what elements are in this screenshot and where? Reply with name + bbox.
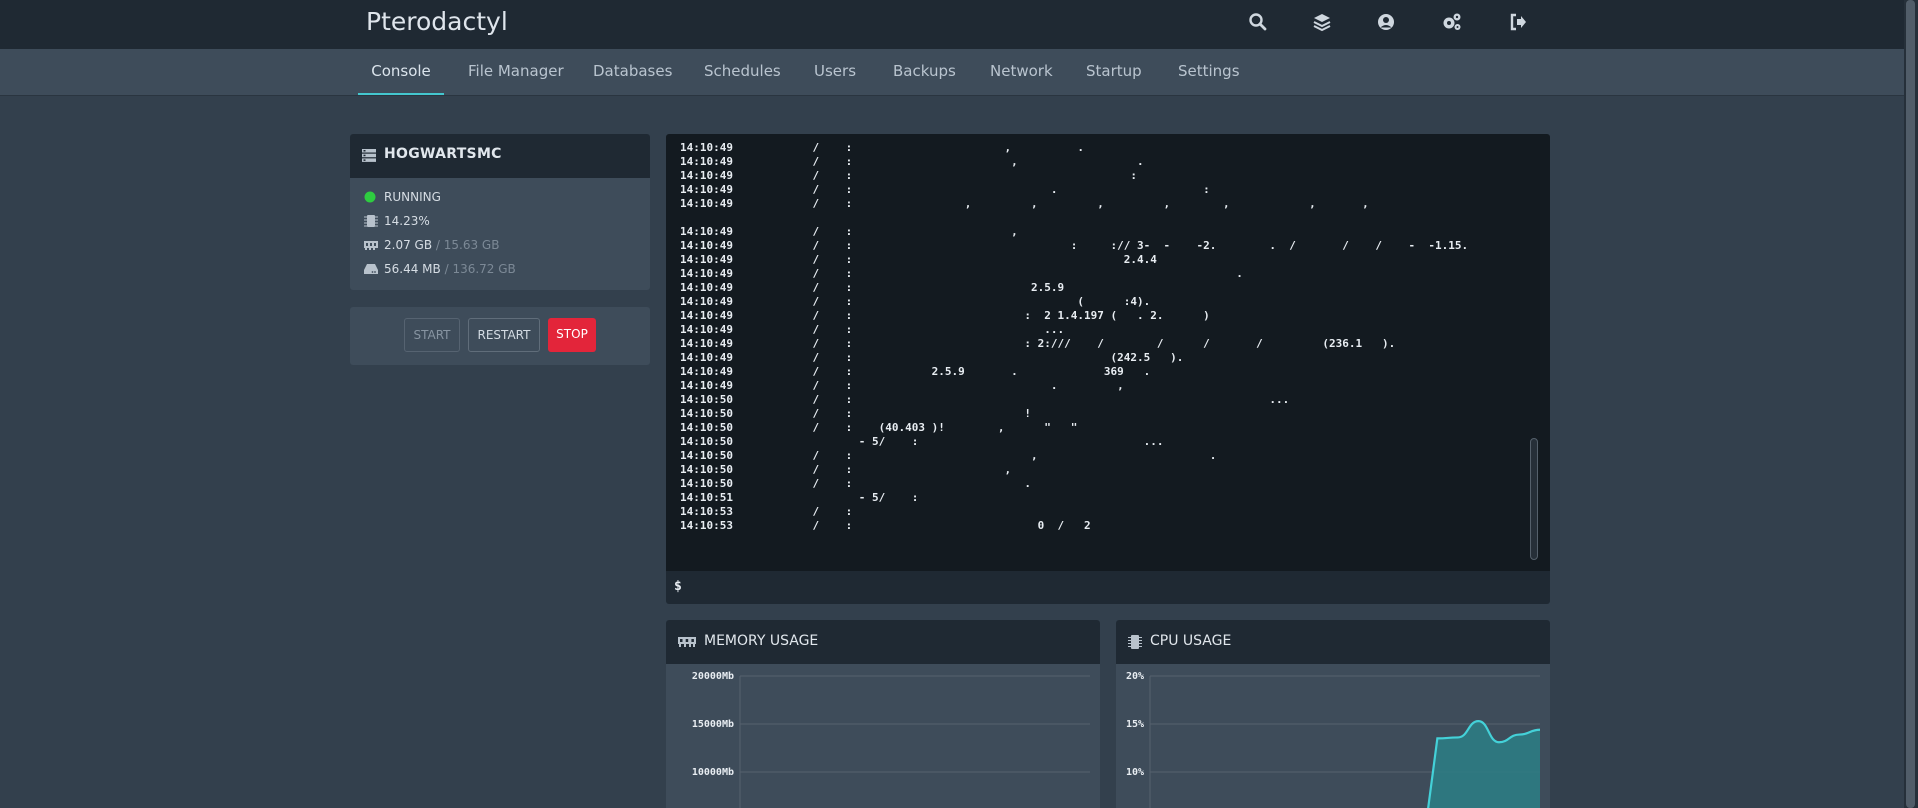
console-prompt: $ xyxy=(674,579,682,594)
cogs-icon[interactable] xyxy=(1441,11,1463,33)
y-tick-label: 20% xyxy=(1126,671,1144,682)
microchip-icon xyxy=(364,215,378,227)
tab-network[interactable]: Network xyxy=(978,49,1065,95)
page-scrollbar-thumb[interactable] xyxy=(1906,0,1915,808)
memory-chart-title: MEMORY USAGE xyxy=(704,633,819,649)
console-line: 14:10:51 - 5/ : xyxy=(680,491,919,504)
top-bar: Pterodactyl xyxy=(0,0,1904,49)
tab-users[interactable]: Users xyxy=(802,49,868,95)
console-line: 14:10:49 / : (242.5 ). xyxy=(680,351,1184,364)
console-line: 14:10:50 / : . xyxy=(680,477,1031,490)
console-command-bar: $ xyxy=(666,571,1550,604)
console-line: 14:10:49 / : 2.4.4 xyxy=(680,253,1157,266)
y-tick-label: 15% xyxy=(1126,719,1144,730)
console-line: 14:10:49 / : 2.5.9 xyxy=(680,281,1065,294)
console-line: 14:10:50 / : , xyxy=(680,463,1012,476)
cpu-usage-value: 14.23% xyxy=(384,214,430,228)
console-line: 14:10:50 / : ! xyxy=(680,407,1031,420)
y-tick-label: 10000Mb xyxy=(692,767,734,778)
stop-button[interactable]: STOP xyxy=(548,318,596,352)
console-line: 14:10:50 / : , . xyxy=(680,449,1217,462)
hdd-icon xyxy=(364,263,378,275)
search-icon[interactable] xyxy=(1247,11,1269,33)
disk-limit-value: / 136.72 GB xyxy=(444,262,516,276)
tab-startup[interactable]: Startup xyxy=(1074,49,1154,95)
server-info-header: HOGWARTSMC xyxy=(350,134,650,178)
cpu-chart: 20% 15% 10% xyxy=(1126,671,1541,808)
console-line: 14:10:49 / : . : xyxy=(680,183,1210,196)
tab-settings[interactable]: Settings xyxy=(1166,49,1252,95)
console-output[interactable]: 14:10:49 / : , . 14:10:49 / : , . 14:10:49… xyxy=(666,134,1550,571)
console-scrollbar[interactable] xyxy=(1530,438,1538,560)
y-tick-label: 10% xyxy=(1126,767,1144,778)
memory-icon xyxy=(364,239,378,251)
y-tick-label: 15000Mb xyxy=(692,719,734,730)
console-line: 14:10:50 - 5/ : ... xyxy=(680,435,1164,448)
console-line: 14:10:49 / : : 2:/// / / / / (236.1 ). xyxy=(680,337,1396,350)
memory-limit-value: / 15.63 GB xyxy=(435,238,500,252)
console-line: 14:10:50 / : (40.403 )! , " " xyxy=(680,421,1078,434)
console-line: 14:10:49 / : . xyxy=(680,267,1243,280)
memory-chart: 20000Mb 15000Mb 10000Mb xyxy=(692,671,1090,808)
account-icon[interactable] xyxy=(1375,11,1397,33)
console-line: 14:10:49 / : : :// 3- - -2. . / / / - -1… xyxy=(680,239,1469,252)
memory-usage-panel: MEMORY USAGE 20000Mb 15000Mb 10000Mb xyxy=(666,620,1100,808)
memory-used-value: 2.07 GB xyxy=(384,238,433,252)
start-button[interactable]: START xyxy=(404,318,460,352)
tab-backups[interactable]: Backups xyxy=(881,49,968,95)
restart-button[interactable]: RESTART xyxy=(468,318,540,352)
sign-out-icon[interactable] xyxy=(1507,11,1529,33)
brand-title[interactable]: Pterodactyl xyxy=(366,7,508,36)
disk-used-value: 56.44 MB xyxy=(384,262,441,276)
cpu-usage-header: CPU USAGE xyxy=(1116,620,1550,664)
memory-usage-header: MEMORY USAGE xyxy=(666,620,1100,664)
console-line: 14:10:49 / : ... xyxy=(680,323,1065,336)
power-controls-panel: START RESTART STOP xyxy=(350,307,650,365)
console-line: 14:10:53 / : xyxy=(680,505,853,518)
tab-file-manager[interactable]: File Manager xyxy=(456,49,576,95)
microchip-icon xyxy=(1128,635,1142,649)
cpu-usage-panel: CPU USAGE 20% 15% 10% xyxy=(1116,620,1550,808)
console-line: 14:10:49 / : ( :4). xyxy=(680,295,1151,308)
tab-console[interactable]: Console xyxy=(358,49,444,95)
console-line: 14:10:50 / : ... xyxy=(680,393,1290,406)
console-line: 14:10:49 / : , . xyxy=(680,155,1144,168)
console-line: 14:10:49 / : 2.5.9 . 369 . xyxy=(680,365,1151,378)
memory-icon xyxy=(678,636,696,648)
console-line: 14:10:49 / : , . xyxy=(680,141,1084,154)
console-command-input[interactable] xyxy=(690,576,1534,600)
console-line: 14:10:49 / : , xyxy=(680,225,1018,238)
console-line: 14:10:49 / : , , , , , , , xyxy=(680,197,1369,210)
console-line: 14:10:49 / : . , xyxy=(680,379,1124,392)
cpu-chart-title: CPU USAGE xyxy=(1150,633,1232,649)
server-info-panel: HOGWARTSMC RUNNING 14.23% 2.07 GB / 15.6… xyxy=(350,134,650,290)
tab-databases[interactable]: Databases xyxy=(581,49,684,95)
console-line: 14:10:49 / : : xyxy=(680,169,1137,182)
layers-icon[interactable] xyxy=(1311,11,1333,33)
server-name: HOGWARTSMC xyxy=(384,146,502,162)
y-tick-label: 20000Mb xyxy=(692,671,734,682)
status-dot-icon xyxy=(364,191,378,203)
console-line: 14:10:49 / : : 2 1.4.197 ( . 2. ) xyxy=(680,309,1210,322)
server-nav: Console File Manager Databases Schedules… xyxy=(0,49,1904,96)
console-line: 14:10:53 / : 0 / 2 xyxy=(680,519,1091,532)
tab-schedules[interactable]: Schedules xyxy=(692,49,793,95)
status-text: RUNNING xyxy=(384,190,441,204)
server-icon xyxy=(362,149,376,162)
